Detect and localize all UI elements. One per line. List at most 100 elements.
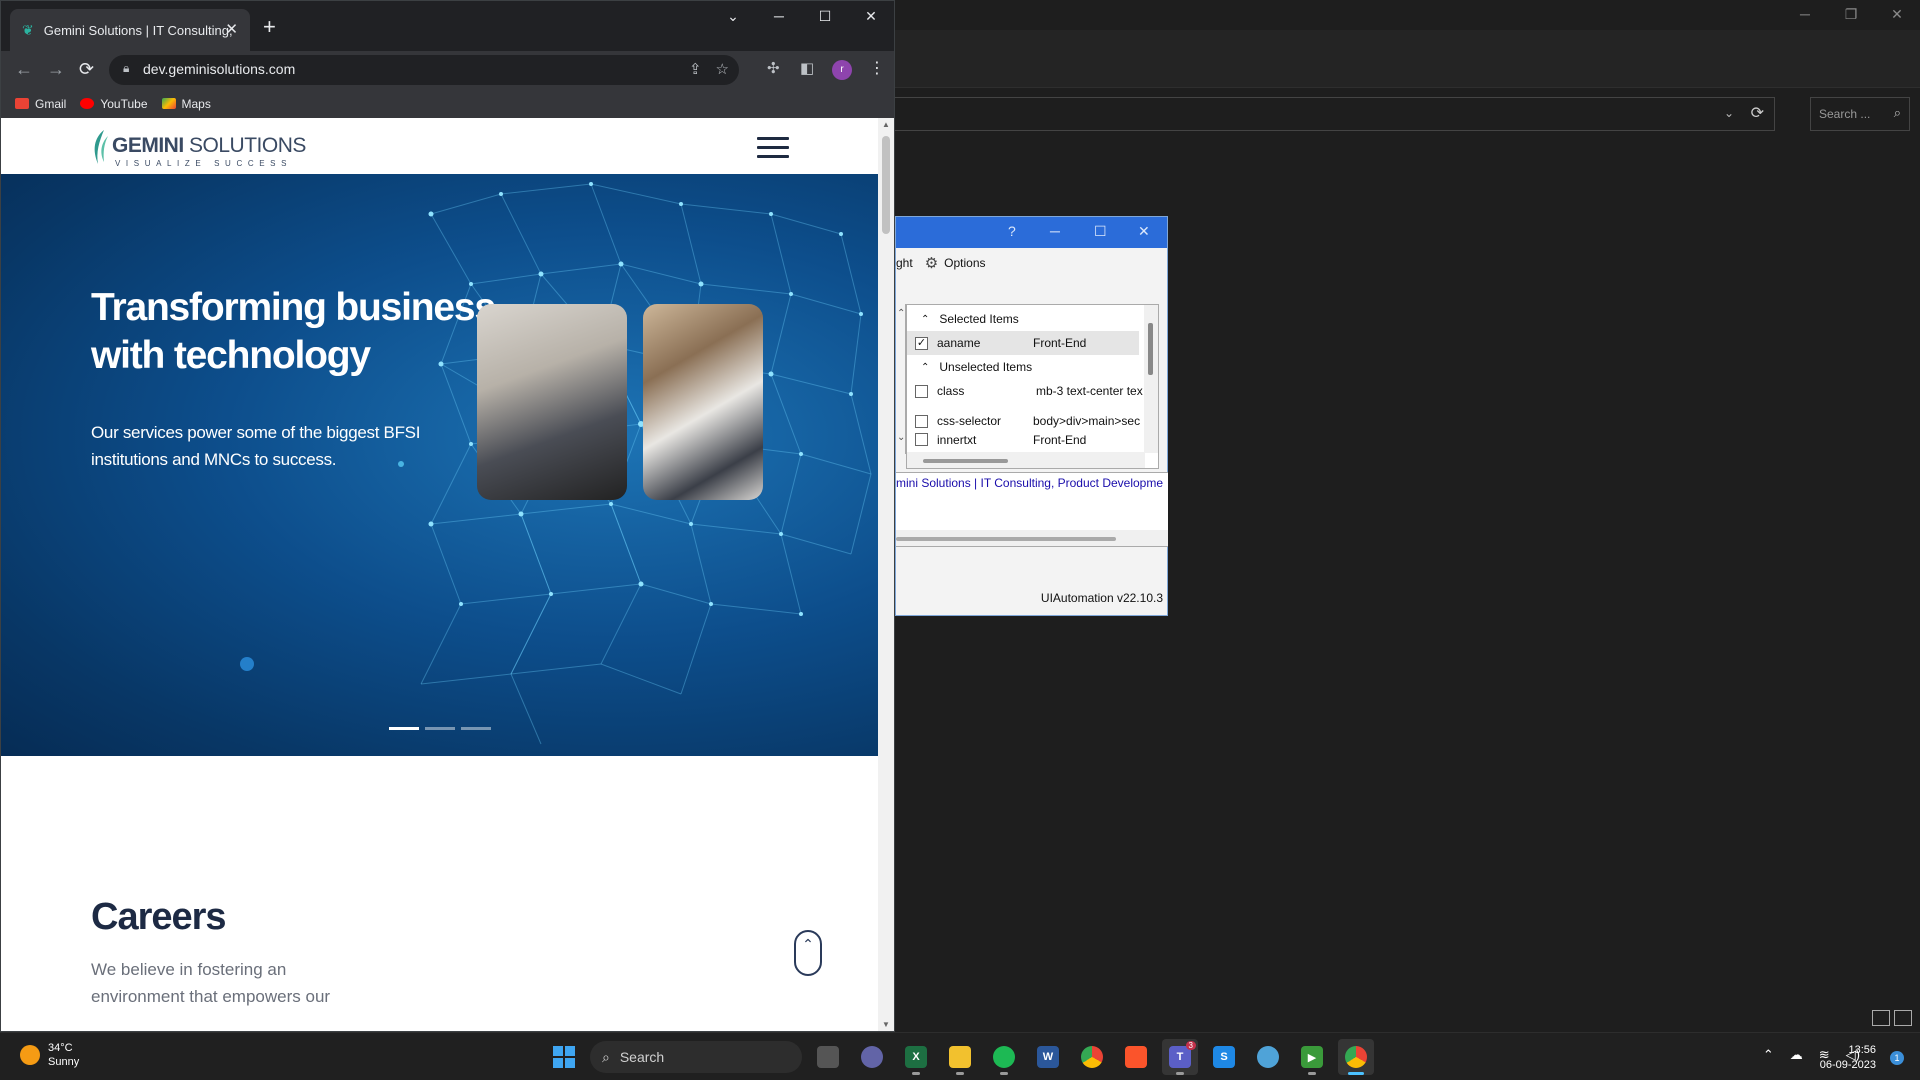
teams-chat-button[interactable]: [854, 1039, 890, 1075]
checkbox-checked[interactable]: ✓: [915, 336, 928, 350]
property-name: css-selector: [937, 414, 1002, 428]
address-bar[interactable]: ⌄ ⟳: [895, 97, 1775, 131]
spotify-button[interactable]: [986, 1039, 1022, 1075]
chevron-up-icon: ⌃: [802, 936, 814, 952]
app-s-button[interactable]: S: [1206, 1039, 1242, 1075]
minimize-icon[interactable]: ─: [1050, 223, 1060, 239]
file-explorer-button[interactable]: [942, 1039, 978, 1075]
bookmark-maps[interactable]: Maps: [161, 96, 211, 111]
help-icon[interactable]: ?: [1008, 223, 1016, 239]
bookmark-youtube[interactable]: YouTube: [80, 97, 148, 111]
notification-badge[interactable]: 1: [1890, 1051, 1904, 1065]
browser-toolbar: ← → ⟳ 🔒︎ dev.geminisolutions.com ⇪ ☆ ✣ ◧…: [1, 51, 894, 89]
list-item[interactable]: class mb-3 text-center tex: [907, 379, 1143, 403]
group-header-unselected[interactable]: ⌃ Unselected Items: [907, 355, 1139, 379]
minimize-icon[interactable]: ─: [1782, 0, 1828, 28]
chevron-up-icon[interactable]: ⌃: [1763, 1047, 1774, 1063]
vpn-app-button[interactable]: [1250, 1039, 1286, 1075]
carousel-indicators: [389, 727, 491, 730]
chevron-up-icon[interactable]: ⌃: [897, 308, 905, 319]
page-viewport[interactable]: GEMINI SOLUTIONS VISUALIZE SUCCESS Trans…: [1, 118, 878, 1031]
teams-button[interactable]: T3: [1162, 1039, 1198, 1075]
avatar[interactable]: r: [832, 60, 852, 80]
group-header-selected[interactable]: ⌃ Selected Items: [907, 307, 1139, 331]
bookmark-gmail[interactable]: Gmail: [15, 97, 66, 111]
search-icon[interactable]: ⌕: [1894, 105, 1901, 121]
options-button[interactable]: Options: [944, 256, 985, 270]
list-item[interactable]: css-selector body>div>main>sec: [907, 409, 1140, 433]
scrollbar-thumb[interactable]: [896, 537, 1116, 541]
search-input[interactable]: Search ... ⌕: [1810, 97, 1910, 131]
side-panel-icon[interactable]: ◧: [800, 59, 814, 77]
checkbox[interactable]: [915, 414, 928, 428]
word-button[interactable]: W: [1030, 1039, 1066, 1075]
vertical-scrollbar[interactable]: [1144, 305, 1158, 453]
browser-tab[interactable]: ❦ Gemini Solutions | IT Consulting, ✕: [10, 9, 250, 51]
clock[interactable]: 13:56 06-09-2023: [1820, 1043, 1876, 1073]
horizontal-scrollbar[interactable]: [907, 452, 1145, 468]
scrollbar-thumb[interactable]: [882, 136, 890, 234]
cloud-icon[interactable]: ☁: [1790, 1047, 1803, 1063]
scroll-up-icon[interactable]: ▲: [882, 120, 890, 129]
forward-icon[interactable]: →: [47, 59, 65, 80]
tiles-view-icon[interactable]: [1894, 1010, 1912, 1026]
list-item[interactable]: innertxt Front-End: [907, 433, 1139, 447]
chevron-up-icon[interactable]: ⌃: [921, 314, 929, 325]
bookmark-label: Gmail: [35, 96, 67, 111]
checkbox[interactable]: [915, 433, 928, 446]
excel-button[interactable]: X: [898, 1039, 934, 1075]
scrollbar-thumb[interactable]: [923, 459, 1008, 463]
close-icon[interactable]: ✕: [1874, 0, 1920, 28]
lock-icon[interactable]: 🔒︎: [123, 61, 129, 76]
reload-icon[interactable]: ⟳: [79, 59, 94, 80]
url-text[interactable]: dev.geminisolutions.com: [143, 61, 295, 77]
bookmark-star-icon[interactable]: ☆: [716, 60, 729, 78]
menu-icon[interactable]: ⋮: [869, 58, 885, 78]
property-name: innertxt: [937, 433, 977, 447]
scroll-to-top-button[interactable]: ⌃: [794, 930, 822, 976]
carousel-dot[interactable]: [389, 727, 419, 730]
logo-name-light: SOLUTIONS: [183, 134, 306, 157]
task-view-button[interactable]: [810, 1039, 846, 1075]
new-tab-icon[interactable]: +: [263, 14, 276, 40]
close-icon[interactable]: ✕: [848, 1, 894, 31]
gear-icon[interactable]: ⚙: [925, 254, 938, 272]
link-text[interactable]: mini Solutions | IT Consulting, Product …: [896, 476, 1163, 490]
taskbar-search[interactable]: ⌕ Search: [590, 1041, 802, 1073]
carousel-dot[interactable]: [461, 727, 491, 730]
chevron-down-icon[interactable]: ⌄: [897, 432, 905, 443]
share-icon[interactable]: ⇪: [689, 60, 702, 78]
minimize-icon[interactable]: ─: [756, 1, 802, 31]
chevron-up-icon[interactable]: ⌃: [921, 362, 929, 373]
checkbox[interactable]: [915, 384, 928, 398]
chrome-profile-button[interactable]: [1338, 1039, 1374, 1075]
media-app-button[interactable]: ▶: [1294, 1039, 1330, 1075]
details-view-icon[interactable]: [1872, 1010, 1890, 1026]
chrome-button[interactable]: [1074, 1039, 1110, 1075]
scrollbar-thumb[interactable]: [1148, 323, 1153, 375]
horizontal-scrollbar[interactable]: [896, 530, 1168, 546]
weather-widget[interactable]: 34°C Sunny: [20, 1041, 79, 1069]
tab-search-icon[interactable]: ⌄: [710, 1, 756, 31]
maximize-icon[interactable]: ☐: [1094, 223, 1107, 240]
refresh-icon[interactable]: ⟳: [1751, 103, 1764, 123]
page-scrollbar[interactable]: ▲ ▼: [878, 118, 894, 1031]
start-button[interactable]: [546, 1039, 582, 1075]
carousel-dot[interactable]: [425, 727, 455, 730]
maximize-icon[interactable]: ☐: [802, 1, 848, 31]
list-item[interactable]: ✓ aaname Front-End: [907, 331, 1139, 355]
restore-icon[interactable]: ❐: [1828, 0, 1874, 28]
scroll-down-icon[interactable]: ▼: [882, 1020, 890, 1029]
spotify-icon: [993, 1046, 1015, 1068]
highlight-button-label[interactable]: ght: [896, 256, 913, 270]
back-icon[interactable]: ←: [15, 59, 33, 80]
element-path-link[interactable]: mini Solutions | IT Consulting, Product …: [896, 472, 1168, 547]
bookmark-label: Maps: [181, 96, 211, 111]
extensions-icon[interactable]: ✣: [767, 59, 780, 77]
close-tab-icon[interactable]: ✕: [225, 20, 238, 38]
close-icon[interactable]: ✕: [1138, 223, 1150, 240]
brave-button[interactable]: [1118, 1039, 1154, 1075]
chevron-down-icon[interactable]: ⌄: [1724, 106, 1734, 120]
hamburger-menu-icon[interactable]: [757, 137, 789, 159]
address-bar[interactable]: 🔒︎ dev.geminisolutions.com ⇪ ☆: [109, 55, 739, 85]
